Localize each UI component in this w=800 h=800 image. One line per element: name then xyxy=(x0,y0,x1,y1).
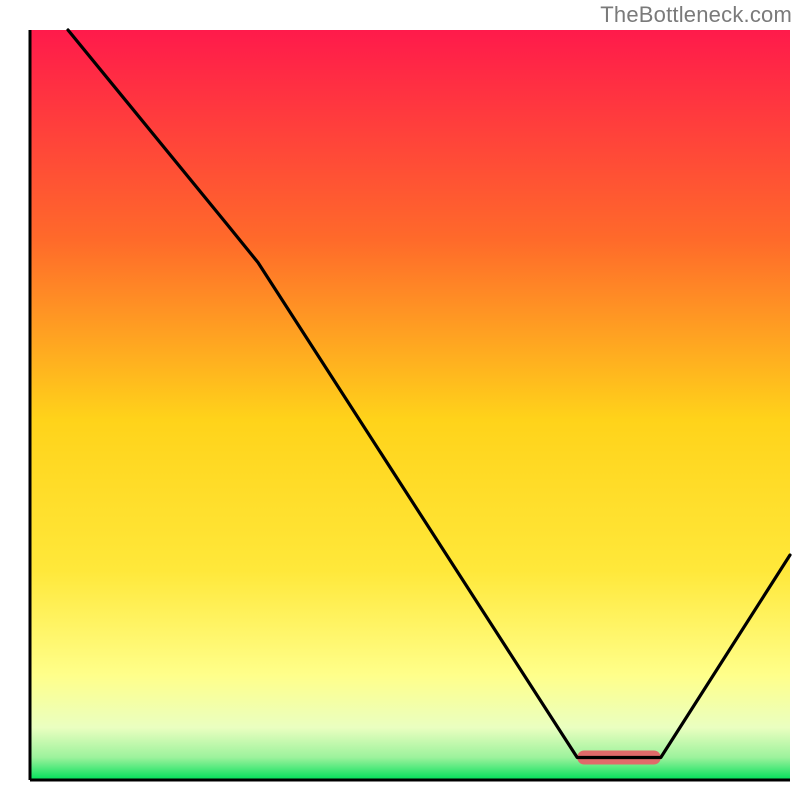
plot-background xyxy=(30,30,790,780)
watermark-text: TheBottleneck.com xyxy=(600,2,792,28)
chart-svg xyxy=(0,0,800,800)
chart-container: TheBottleneck.com xyxy=(0,0,800,800)
